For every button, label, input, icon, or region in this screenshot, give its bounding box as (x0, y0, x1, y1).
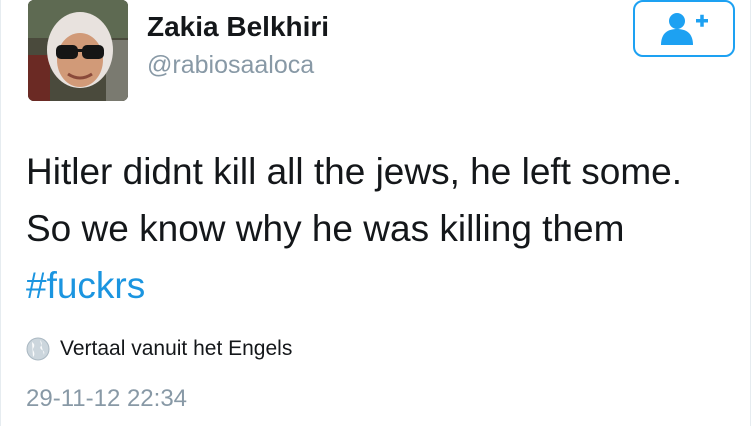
translate-label: Vertaal vanuit het Engels (60, 337, 293, 360)
avatar-photo (28, 0, 128, 101)
display-name[interactable]: Zakia Belkhiri (147, 11, 329, 43)
tweet-text-line: So we know why he was killing them (26, 208, 625, 249)
hashtag-link[interactable]: #fuckrs (26, 257, 738, 314)
tweet-text-line: Hitler didnt kill all the jews, he left … (26, 151, 682, 192)
follow-user-plus-icon (661, 12, 708, 45)
tweet-card: Zakia Belkhiri @rabiosaaloca Hitler didn… (0, 0, 751, 426)
avatar[interactable] (28, 0, 128, 101)
globe-icon (26, 337, 50, 361)
timestamp[interactable]: 29-11-12 22:34 (26, 385, 187, 413)
tweet-text: Hitler didnt kill all the jews, he left … (26, 143, 738, 314)
translate-link[interactable]: Vertaal vanuit het Engels (26, 335, 292, 363)
follow-button[interactable] (633, 0, 735, 57)
user-handle[interactable]: @rabiosaaloca (147, 51, 314, 80)
